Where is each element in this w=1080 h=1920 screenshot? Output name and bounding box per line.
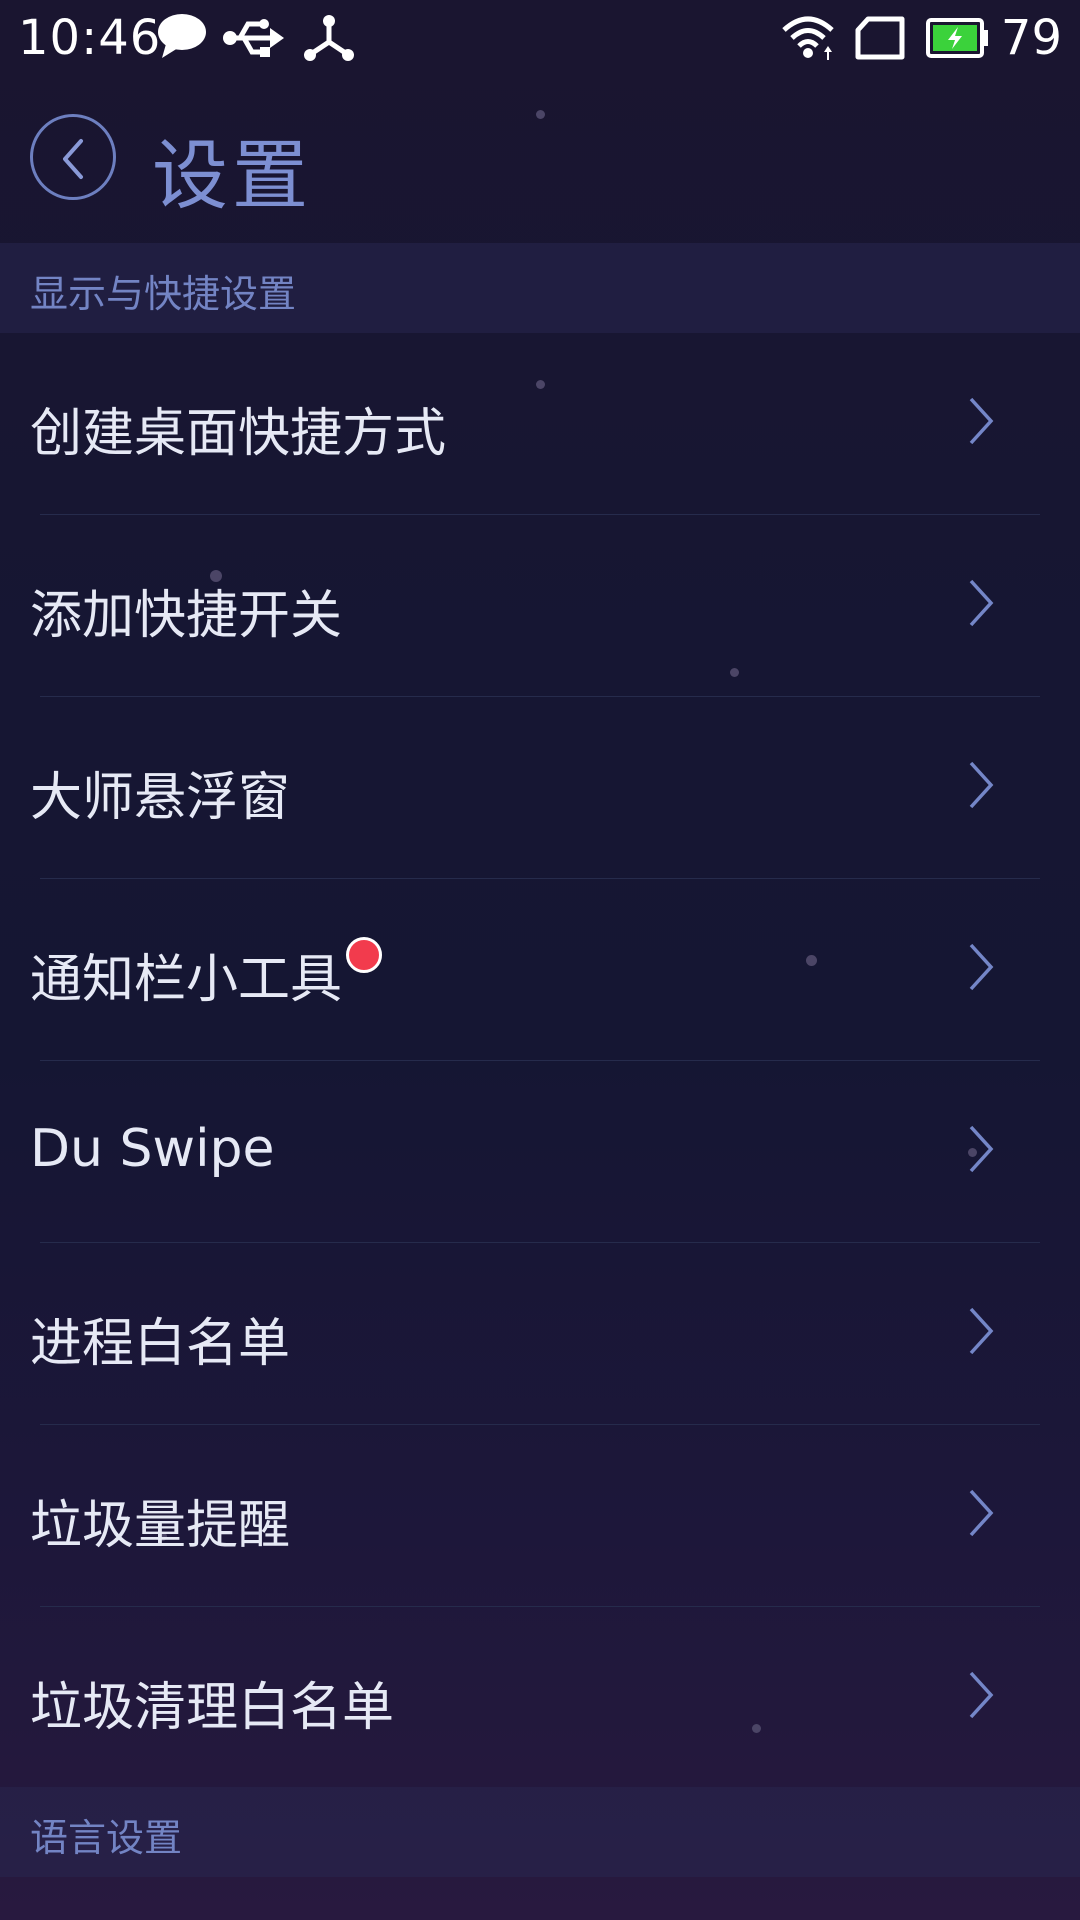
list-item-junk-whitelist[interactable]: 垃圾清理白名单 [0,1607,1080,1789]
back-button[interactable] [30,114,116,200]
chat-bubble-icon [156,12,208,64]
list-item-junk-reminder[interactable]: 垃圾量提醒 [0,1425,1080,1607]
section-title: 显示与快捷设置 [30,272,297,316]
chevron-right-icon [969,943,994,991]
status-time: 10:46 [18,10,162,66]
list-item-label: 创建桌面快捷方式 [30,404,447,464]
chevron-right-icon [969,1125,994,1173]
chevron-right-icon [969,1307,994,1355]
app-header: 设置 [0,80,1080,240]
page-title: 设置 [152,131,312,220]
list-item-label: 大师悬浮窗 [30,768,291,828]
list-item-label: 垃圾量提醒 [30,1496,291,1556]
chevron-right-icon [969,1489,994,1537]
section-header-language: 语言设置 [0,1787,1080,1877]
list-item-quick-switch[interactable]: 添加快捷开关 [0,515,1080,697]
battery-charging-icon [926,18,990,62]
list-item-label: 通知栏小工具 [30,950,343,1010]
list-item-floating-window[interactable]: 大师悬浮窗 [0,697,1080,879]
list-item-du-swipe[interactable]: Du Swipe [0,1061,1080,1243]
section-title: 语言设置 [30,1816,183,1860]
chevron-right-icon [969,397,994,445]
section-header-display: 显示与快捷设置 [0,243,1080,333]
list-item-label: 垃圾清理白名单 [30,1678,395,1738]
list-item-process-whitelist[interactable]: 进程白名单 [0,1243,1080,1425]
chevron-right-icon [969,761,994,809]
chevron-left-icon [63,139,83,179]
wifi-icon [780,14,836,66]
list-item-desktop-shortcut[interactable]: 创建桌面快捷方式 [0,333,1080,515]
sim-card-icon [854,16,906,64]
new-badge-dot [346,937,382,973]
list-item-notification-widget[interactable]: 通知栏小工具 [0,879,1080,1061]
list-item-label: 进程白名单 [30,1314,291,1374]
battery-level: 79 [1000,10,1062,66]
status-bar: 10:46 79 [0,0,1080,78]
chevron-right-icon [969,579,994,627]
usb-icon [222,16,286,64]
share-node-icon [304,14,354,66]
list-item-label: Du Swipe [30,1119,275,1179]
chevron-right-icon [969,1671,994,1719]
list-item-label: 添加快捷开关 [30,586,343,646]
